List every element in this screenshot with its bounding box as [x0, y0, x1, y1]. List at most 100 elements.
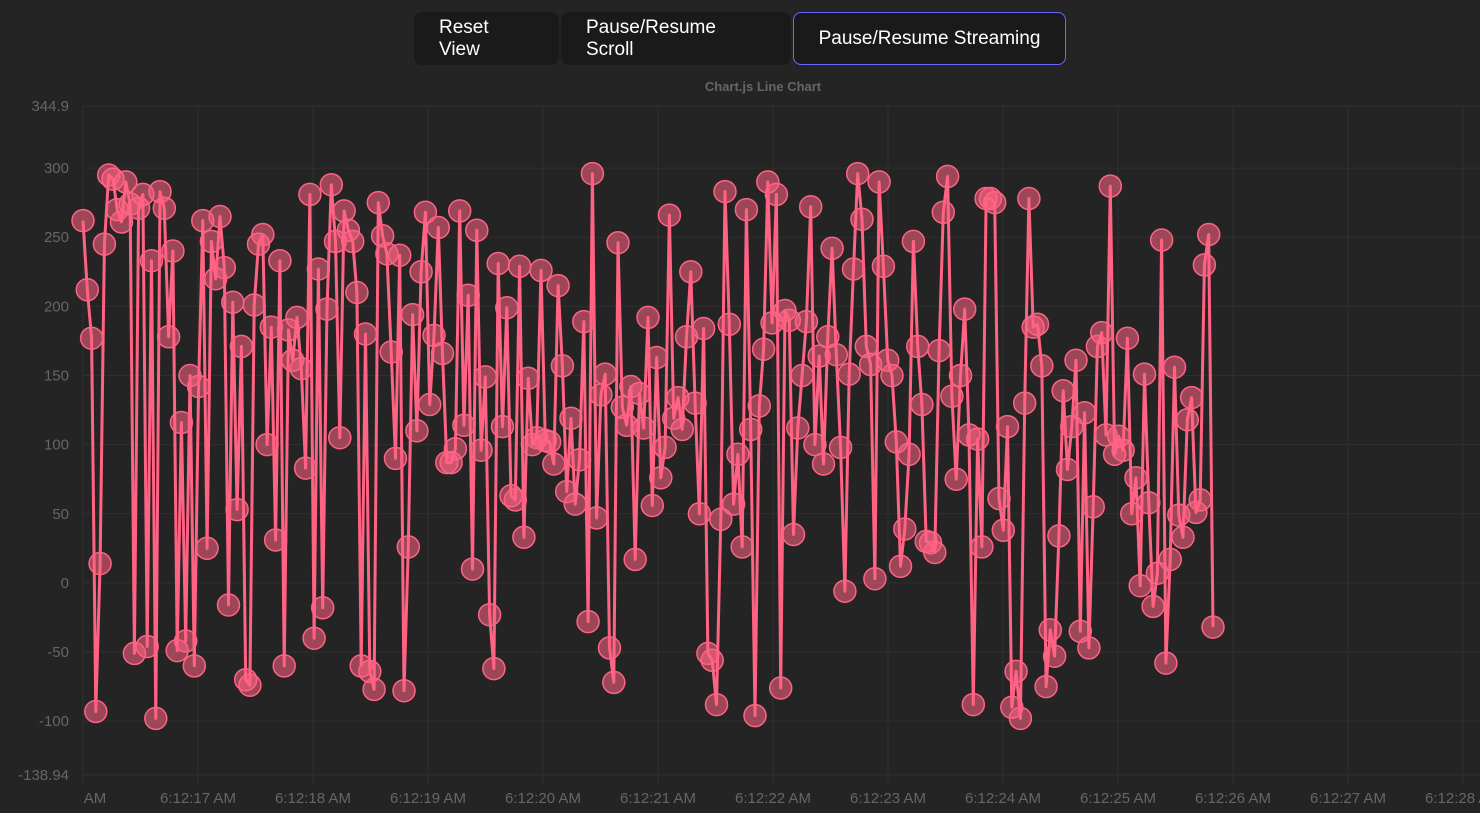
data-point[interactable] — [880, 363, 904, 388]
data-point[interactable] — [1017, 186, 1041, 211]
data-point[interactable] — [221, 290, 245, 314]
data-point[interactable] — [426, 215, 451, 240]
data-point[interactable] — [212, 255, 237, 280]
data-point[interactable] — [631, 416, 656, 440]
data-point[interactable] — [328, 425, 352, 450]
data-point[interactable] — [713, 179, 737, 204]
pause-resume-streaming-button[interactable]: Pause/Resume Streaming — [793, 12, 1066, 65]
data-point[interactable] — [529, 258, 553, 283]
data-point[interactable] — [1004, 659, 1028, 684]
data-point[interactable] — [238, 673, 262, 697]
data-point[interactable] — [965, 427, 990, 451]
data-point[interactable] — [465, 218, 489, 243]
data-point[interactable] — [944, 467, 968, 491]
data-point[interactable] — [302, 626, 326, 650]
data-point[interactable] — [627, 381, 652, 406]
data-point[interactable] — [798, 195, 823, 219]
data-point[interactable] — [721, 492, 746, 516]
data-point[interactable] — [559, 406, 583, 431]
data-point[interactable] — [507, 254, 532, 279]
data-point[interactable] — [1055, 457, 1080, 482]
data-point[interactable] — [1192, 253, 1217, 277]
data-point[interactable] — [786, 416, 810, 440]
data-point[interactable] — [1154, 651, 1178, 675]
data-point[interactable] — [726, 442, 750, 467]
data-point[interactable] — [747, 394, 772, 418]
data-point[interactable] — [653, 435, 677, 460]
data-point[interactable] — [417, 392, 442, 417]
data-point[interactable] — [152, 196, 177, 220]
data-point[interactable] — [790, 363, 814, 388]
data-point[interactable] — [400, 302, 425, 327]
data-point[interactable] — [1012, 391, 1037, 415]
data-point[interactable] — [1115, 326, 1140, 350]
data-point[interactable] — [764, 182, 789, 207]
data-point[interactable] — [1111, 438, 1135, 462]
data-point[interactable] — [387, 243, 412, 267]
data-point[interactable] — [1162, 355, 1187, 379]
data-point[interactable] — [828, 435, 853, 460]
data-point[interactable] — [948, 363, 973, 388]
data-point[interactable] — [216, 593, 241, 617]
data-point[interactable] — [1077, 636, 1101, 660]
data-point[interactable] — [490, 414, 515, 439]
data-point[interactable] — [315, 297, 339, 321]
pause-resume-scroll-button[interactable]: Pause/Resume Scroll — [561, 12, 791, 65]
data-point[interactable] — [623, 547, 647, 572]
data-point[interactable] — [1025, 312, 1050, 337]
data-point[interactable] — [229, 334, 254, 359]
data-point[interactable] — [644, 345, 669, 370]
data-point[interactable] — [657, 203, 682, 227]
data-point[interactable] — [144, 706, 168, 731]
data-point[interactable] — [1051, 378, 1075, 403]
line-chart[interactable]: Chart.js Line Chart -138.94 -100 -50 0 50 100… — [0, 70, 1480, 808]
data-point[interactable] — [139, 248, 164, 273]
data-point[interactable] — [482, 656, 506, 681]
data-point[interactable] — [794, 309, 819, 334]
reset-view-button[interactable]: Reset View — [414, 12, 559, 65]
data-point[interactable] — [75, 278, 100, 302]
data-point[interactable] — [563, 492, 587, 516]
data-point[interactable] — [546, 273, 570, 298]
data-point[interactable] — [691, 316, 716, 341]
data-point[interactable] — [606, 230, 630, 255]
data-point[interactable] — [593, 362, 617, 386]
data-point[interactable] — [135, 634, 159, 659]
data-point[interactable] — [871, 254, 896, 279]
data-point[interactable] — [811, 452, 836, 476]
data-point[interactable] — [542, 452, 566, 476]
data-point[interactable] — [79, 326, 104, 350]
data-point[interactable] — [935, 164, 960, 189]
data-point[interactable] — [306, 257, 331, 281]
data-point[interactable] — [589, 383, 613, 407]
data-point[interactable] — [156, 325, 181, 349]
data-point[interactable] — [332, 199, 356, 223]
data-point[interactable] — [456, 283, 480, 308]
data-point[interactable] — [503, 488, 528, 512]
data-point[interactable] — [443, 437, 468, 461]
data-point[interactable] — [850, 207, 874, 231]
data-point[interactable] — [1141, 594, 1165, 619]
data-point[interactable] — [640, 493, 665, 518]
data-point[interactable] — [572, 309, 596, 334]
data-point[interactable] — [473, 365, 498, 389]
data-point[interactable] — [1034, 674, 1058, 699]
data-point[interactable] — [679, 260, 703, 284]
data-point[interactable] — [173, 629, 198, 653]
data-point[interactable] — [1149, 228, 1174, 252]
data-point[interactable] — [820, 236, 844, 261]
data-point[interactable] — [396, 535, 421, 559]
data-point[interactable] — [182, 654, 207, 678]
data-point[interactable] — [383, 446, 408, 471]
data-point[interactable] — [1072, 401, 1097, 425]
data-point[interactable] — [995, 414, 1020, 439]
data-point[interactable] — [1179, 385, 1204, 410]
data-point[interactable] — [460, 557, 485, 581]
data-point[interactable] — [379, 340, 403, 364]
data-point[interactable] — [366, 190, 391, 215]
data-point[interactable] — [486, 251, 510, 276]
data-point[interactable] — [730, 535, 754, 559]
data-point[interactable] — [186, 374, 211, 399]
data-point[interactable] — [537, 430, 562, 454]
data-point[interactable] — [700, 648, 724, 673]
